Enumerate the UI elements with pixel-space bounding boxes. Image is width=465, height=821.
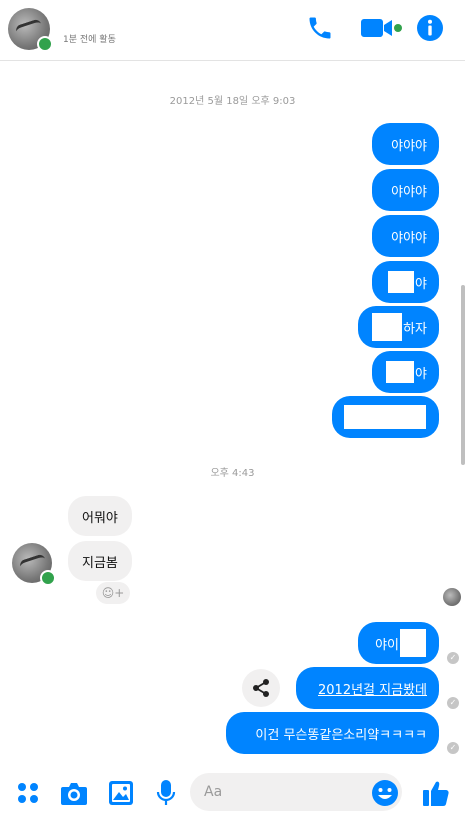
phone-icon[interactable] (306, 14, 334, 46)
message-bubble-outgoing[interactable]: 야 (372, 351, 439, 393)
video-icon[interactable] (360, 16, 404, 44)
delivered-check-icon: ✓ (447, 652, 459, 664)
delivered-check-icon: ✓ (447, 697, 459, 709)
redaction-block (388, 271, 415, 293)
message-bubble-outgoing[interactable]: 이건 무슨똥같은소리얔ㅋㅋㅋㅋ (226, 712, 439, 754)
message-text: 지금봄 (82, 555, 118, 571)
redaction-block (400, 629, 426, 657)
message-bubble-outgoing[interactable]: 야이 (358, 622, 439, 664)
message-bubble-outgoing[interactable]: 야야야 (372, 123, 439, 165)
message-text: 야 (415, 366, 427, 382)
message-text: 야야야 (391, 138, 427, 154)
message-text: 야이 (375, 637, 399, 653)
message-text: 어뭐야 (82, 510, 118, 526)
delivered-check-icon: ✓ (447, 742, 459, 754)
message-bubble-outgoing[interactable]: 야야야 (372, 215, 439, 257)
emoji-icon: ☺ (101, 586, 115, 600)
message-text: 야야야 (391, 230, 427, 246)
info-icon[interactable] (416, 14, 444, 46)
message-text: 이건 무슨똥같은소리얔ㅋㅋㅋㅋ (255, 727, 427, 743)
share-button[interactable] (242, 669, 280, 707)
emoji-icon[interactable] (371, 779, 399, 811)
camera-icon[interactable] (60, 780, 88, 810)
message-bubble-outgoing[interactable] (332, 396, 439, 438)
message-text: 2012년걸 지금봤데 (318, 682, 427, 698)
redaction-block (372, 313, 403, 341)
scrollbar[interactable] (461, 285, 465, 465)
message-bubble-outgoing[interactable]: 하자 (358, 306, 439, 348)
message-bubble-outgoing[interactable]: 2012년걸 지금봤데 (296, 667, 439, 709)
online-indicator (40, 570, 56, 586)
message-text: 야야야 (391, 184, 427, 200)
message-input[interactable] (202, 773, 356, 811)
seen-avatar (443, 588, 461, 606)
timestamp: 오후 4:43 (210, 468, 255, 479)
share-icon (253, 679, 269, 697)
gallery-icon[interactable] (108, 780, 134, 810)
mic-icon[interactable] (156, 779, 176, 811)
apps-icon[interactable] (16, 781, 40, 809)
message-bubble-outgoing[interactable]: 야야야 (372, 169, 439, 211)
like-icon[interactable] (421, 778, 451, 812)
message-bubble-incoming[interactable]: 지금봄 (68, 541, 132, 581)
redaction-block (386, 361, 415, 383)
plus-icon: + (114, 586, 125, 600)
avatar-drawing (14, 18, 44, 39)
online-indicator (37, 36, 53, 52)
message-bubble-incoming[interactable]: 어뭐야 (68, 496, 132, 536)
redaction-block (344, 405, 426, 429)
message-bubble-outgoing[interactable]: 야 (372, 261, 439, 303)
message-text: 야 (415, 276, 427, 292)
timestamp: 2012년 5월 18일 오후 9:03 (169, 96, 296, 107)
add-reaction-button[interactable]: ☺ + (96, 582, 130, 604)
active-status: 1분 전에 활동 (63, 35, 116, 45)
message-text: 하자 (403, 321, 427, 337)
